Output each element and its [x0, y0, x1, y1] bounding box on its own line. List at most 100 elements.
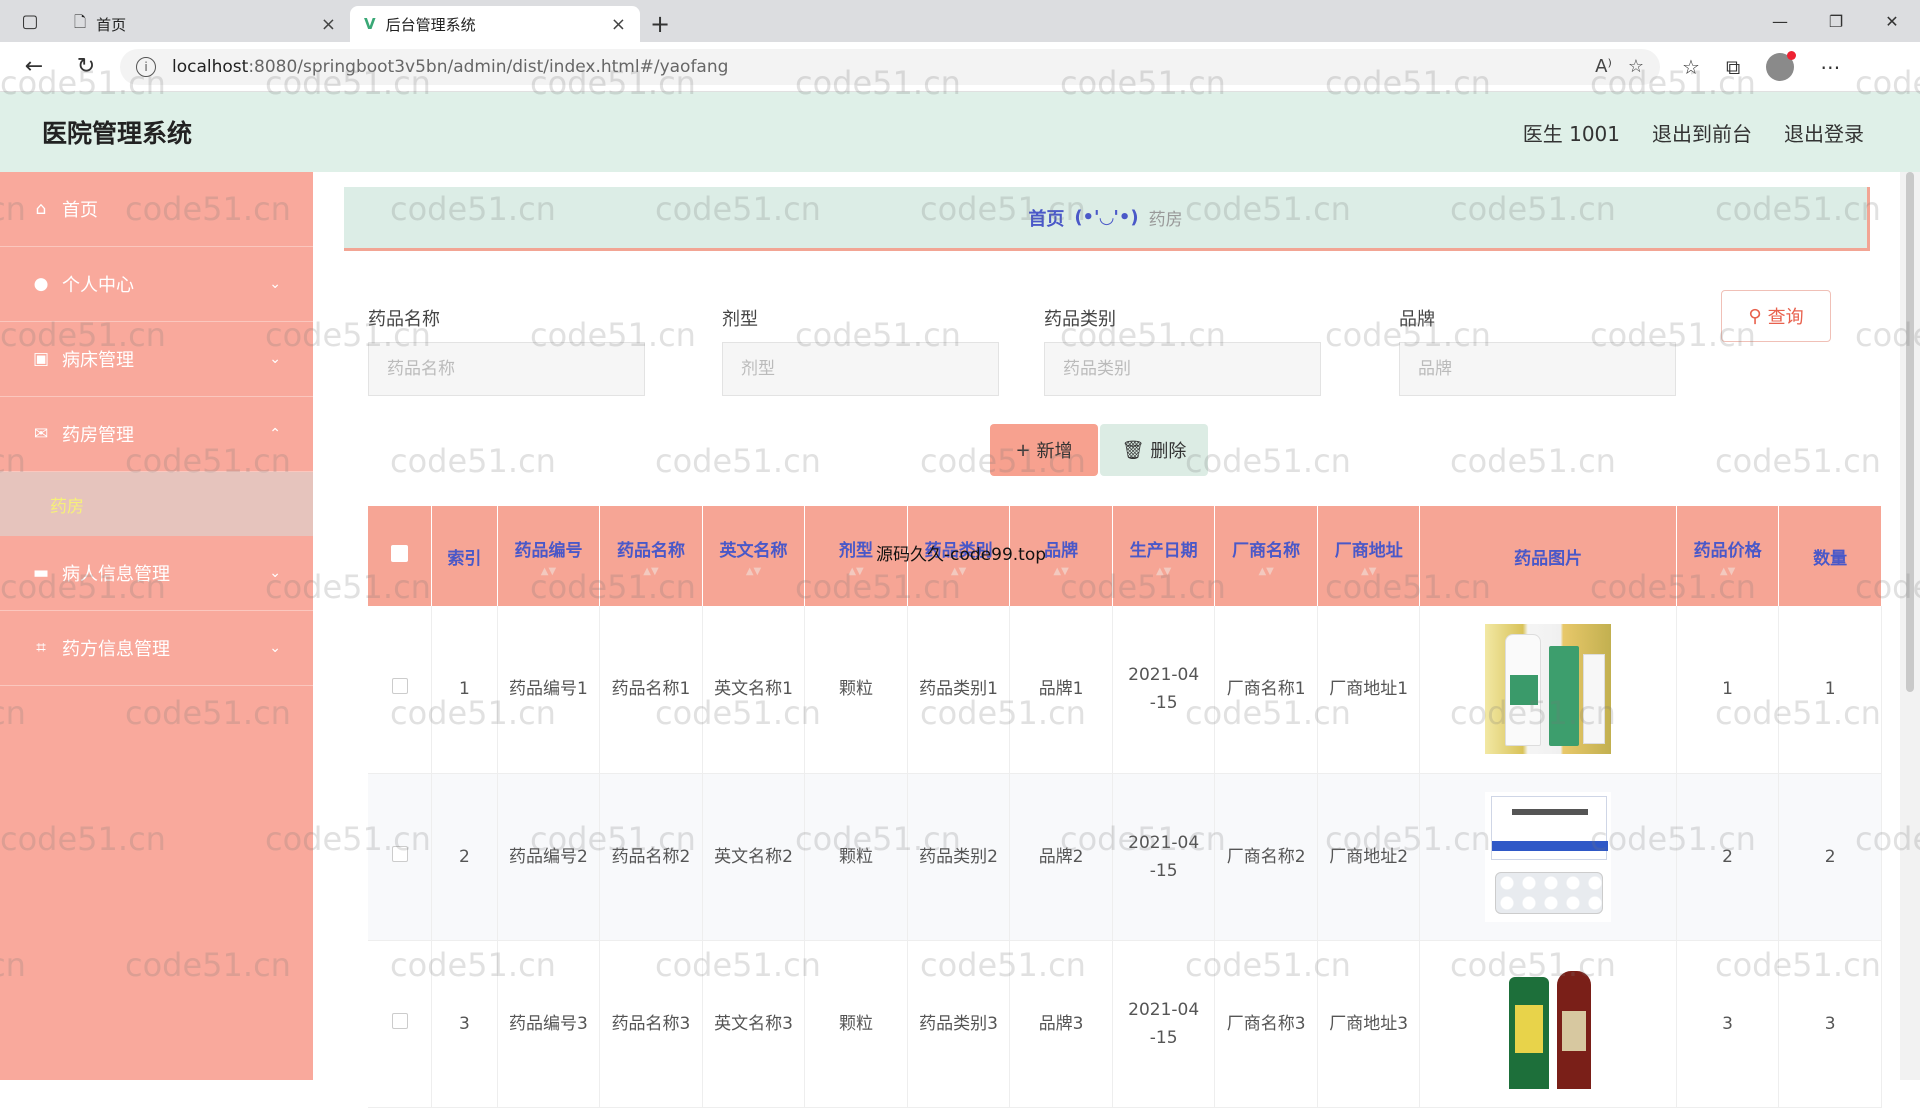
exit-to-front-link[interactable]: 退出到前台 [1652, 118, 1752, 147]
cell-english-name: 英文名称1 [702, 606, 806, 774]
url-path: :8080/springboot3v5bn/admin/dist/index.h… [248, 56, 729, 77]
url-field[interactable]: i localhost:8080/springboot3v5bn/admin/d… [120, 48, 1660, 85]
row-checkbox[interactable] [391, 1012, 408, 1029]
minimize-icon[interactable]: — [1752, 0, 1808, 42]
cell-brand: 品牌3 [1009, 940, 1113, 1108]
cell-quantity: 3 [1778, 940, 1882, 1108]
profile-avatar[interactable] [1766, 50, 1797, 81]
favorite-add-icon[interactable]: ☆ [1628, 56, 1644, 77]
sidebar-item-home[interactable]: ⌂ 首页 [0, 172, 313, 247]
sort-icon[interactable]: ▲▼ [1318, 566, 1420, 577]
table-row: 2 药品编号2 药品名称2 英文名称2 颗粒 药品类别2 品牌2 2021-04… [368, 773, 1882, 941]
drug-image[interactable] [1485, 958, 1612, 1089]
drug-name-input[interactable] [368, 342, 645, 396]
cell-maker-address: 厂商地址3 [1317, 940, 1421, 1108]
sort-icon[interactable]: ▲▼ [1010, 566, 1112, 577]
user-icon: ● [33, 274, 49, 294]
reload-icon[interactable]: ↻ [60, 54, 112, 79]
row-checkbox[interactable] [391, 678, 408, 695]
logout-link[interactable]: 退出登录 [1784, 118, 1864, 147]
column-header[interactable]: 厂商名称 ▲▼ [1214, 506, 1318, 606]
main-content: 首页 (•'◡'•) 药房 药品名称 剂型 药品类别 品牌 ⚲ 查询 + 新增 … [313, 172, 1900, 1108]
sidebar-item-patient-info[interactable]: ▬ 病人信息管理 ⌄ [0, 536, 313, 611]
brand-input[interactable] [1399, 342, 1676, 396]
read-aloud-icon[interactable]: A⁾ [1595, 56, 1612, 77]
column-header[interactable]: 厂商地址 ▲▼ [1317, 506, 1421, 606]
sidebar-item-pharmacy-management[interactable]: ✉ 药房管理 ⌃ [0, 397, 313, 472]
browser-tab-home[interactable]: 🗋 首页 × [60, 6, 350, 42]
search-icon: ⚲ [1748, 305, 1762, 327]
sort-icon[interactable]: ▲▼ [1113, 566, 1215, 577]
delete-button[interactable]: 🗑 删除 [1100, 424, 1208, 476]
filter-label-brand: 品牌 [1399, 309, 1435, 330]
select-all-checkbox[interactable] [391, 545, 409, 562]
browser-tab-strip: ▢ 🗋 首页 × V 后台管理系统 × + — ❐ ✕ [0, 0, 1920, 42]
sort-icon[interactable]: ▲▼ [1677, 566, 1779, 577]
column-header[interactable]: 药品编号 ▲▼ [497, 506, 601, 606]
drug-image[interactable] [1485, 624, 1612, 755]
page-scrollbar[interactable] [1900, 172, 1920, 1080]
sort-icon[interactable]: ▲▼ [498, 566, 600, 577]
column-header: 索引 [431, 506, 498, 606]
back-icon[interactable]: ← [8, 54, 60, 79]
chevron-down-icon: ⌄ [269, 351, 281, 367]
favorites-icon[interactable]: ☆ [1682, 55, 1700, 79]
cell-brand: 品牌1 [1009, 606, 1113, 774]
table-row: 3 药品编号3 药品名称3 英文名称3 颗粒 药品类别3 品牌3 2021-04… [368, 940, 1882, 1108]
scrollbar-thumb[interactable] [1906, 172, 1914, 692]
column-header[interactable]: 药品图片 [1419, 506, 1677, 606]
cell-drug-code: 药品编号3 [497, 940, 601, 1108]
sort-icon[interactable]: ▲▼ [1215, 566, 1317, 577]
cell-drug-image [1419, 606, 1677, 774]
sidebar-item-label: 首页 [62, 200, 98, 221]
bed-icon: ▣ [32, 349, 50, 369]
tab-title: 首页 [96, 15, 127, 34]
dosage-form-input[interactable] [722, 342, 999, 396]
drug-image[interactable] [1485, 791, 1612, 922]
add-button[interactable]: + 新增 [990, 424, 1098, 476]
sort-icon[interactable]: ▲▼ [908, 566, 1010, 577]
sidebar-item-personal-center[interactable]: ● 个人中心 ⌄ [0, 247, 313, 322]
column-header[interactable]: 药品名称 ▲▼ [599, 506, 703, 606]
chevron-down-icon: ⌄ [269, 640, 281, 656]
column-header[interactable]: 生产日期 ▲▼ [1112, 506, 1216, 606]
new-tab-button[interactable]: + [640, 6, 680, 42]
query-button[interactable]: ⚲ 查询 [1721, 290, 1831, 342]
row-checkbox[interactable] [391, 845, 408, 862]
tab-title: 后台管理系统 [385, 15, 476, 34]
column-header[interactable]: 数量 [1778, 506, 1882, 606]
cell-dosage-form: 颗粒 [804, 606, 908, 774]
collections-icon[interactable]: ⧉ [1726, 55, 1740, 79]
select-all-cell[interactable] [368, 506, 433, 606]
table-row: 1 药品编号1 药品名称1 英文名称1 颗粒 药品类别1 品牌1 2021-04… [368, 606, 1882, 774]
sort-icon[interactable]: ▲▼ [805, 566, 907, 577]
sort-icon[interactable]: ▲▼ [600, 566, 702, 577]
browser-toolbar: ☆ ⧉ ⋯ [1682, 50, 1840, 81]
monitor-icon: ▬ [32, 563, 50, 583]
cell-drug-code: 药品编号2 [497, 773, 601, 941]
sort-icon[interactable]: ▲▼ [703, 566, 805, 577]
close-tab-icon[interactable]: × [611, 14, 626, 35]
sidebar-item-prescription-info[interactable]: ⌗ 药方信息管理 ⌄ [0, 611, 313, 686]
row-select-cell[interactable] [368, 940, 433, 1108]
more-menu-icon[interactable]: ⋯ [1820, 55, 1840, 79]
sidebar-subitem-pharmacy[interactable]: 药房 [0, 472, 313, 536]
restore-icon[interactable]: ❐ [1808, 0, 1864, 42]
column-header[interactable]: 英文名称 ▲▼ [702, 506, 806, 606]
close-window-icon[interactable]: ✕ [1864, 0, 1920, 42]
row-select-cell[interactable] [368, 606, 433, 774]
tab-actions-icon[interactable]: ▢ [0, 0, 60, 42]
site-info-icon[interactable]: i [136, 56, 156, 77]
browser-tab-admin[interactable]: V 后台管理系统 × [350, 6, 640, 42]
chevron-up-icon: ⌃ [269, 426, 281, 442]
column-header[interactable]: 药品价格 ▲▼ [1676, 506, 1780, 606]
close-tab-icon[interactable]: × [321, 14, 336, 35]
cell-index: 3 [431, 940, 498, 1108]
page-icon: 🗋 [74, 12, 87, 31]
sidebar-item-label: 药房管理 [62, 425, 134, 446]
row-select-cell[interactable] [368, 773, 433, 941]
breadcrumb-home[interactable]: 首页 [1028, 205, 1064, 231]
drug-category-input[interactable] [1044, 342, 1321, 396]
cell-dosage-form: 颗粒 [804, 773, 908, 941]
sidebar-item-bed-management[interactable]: ▣ 病床管理 ⌄ [0, 322, 313, 397]
